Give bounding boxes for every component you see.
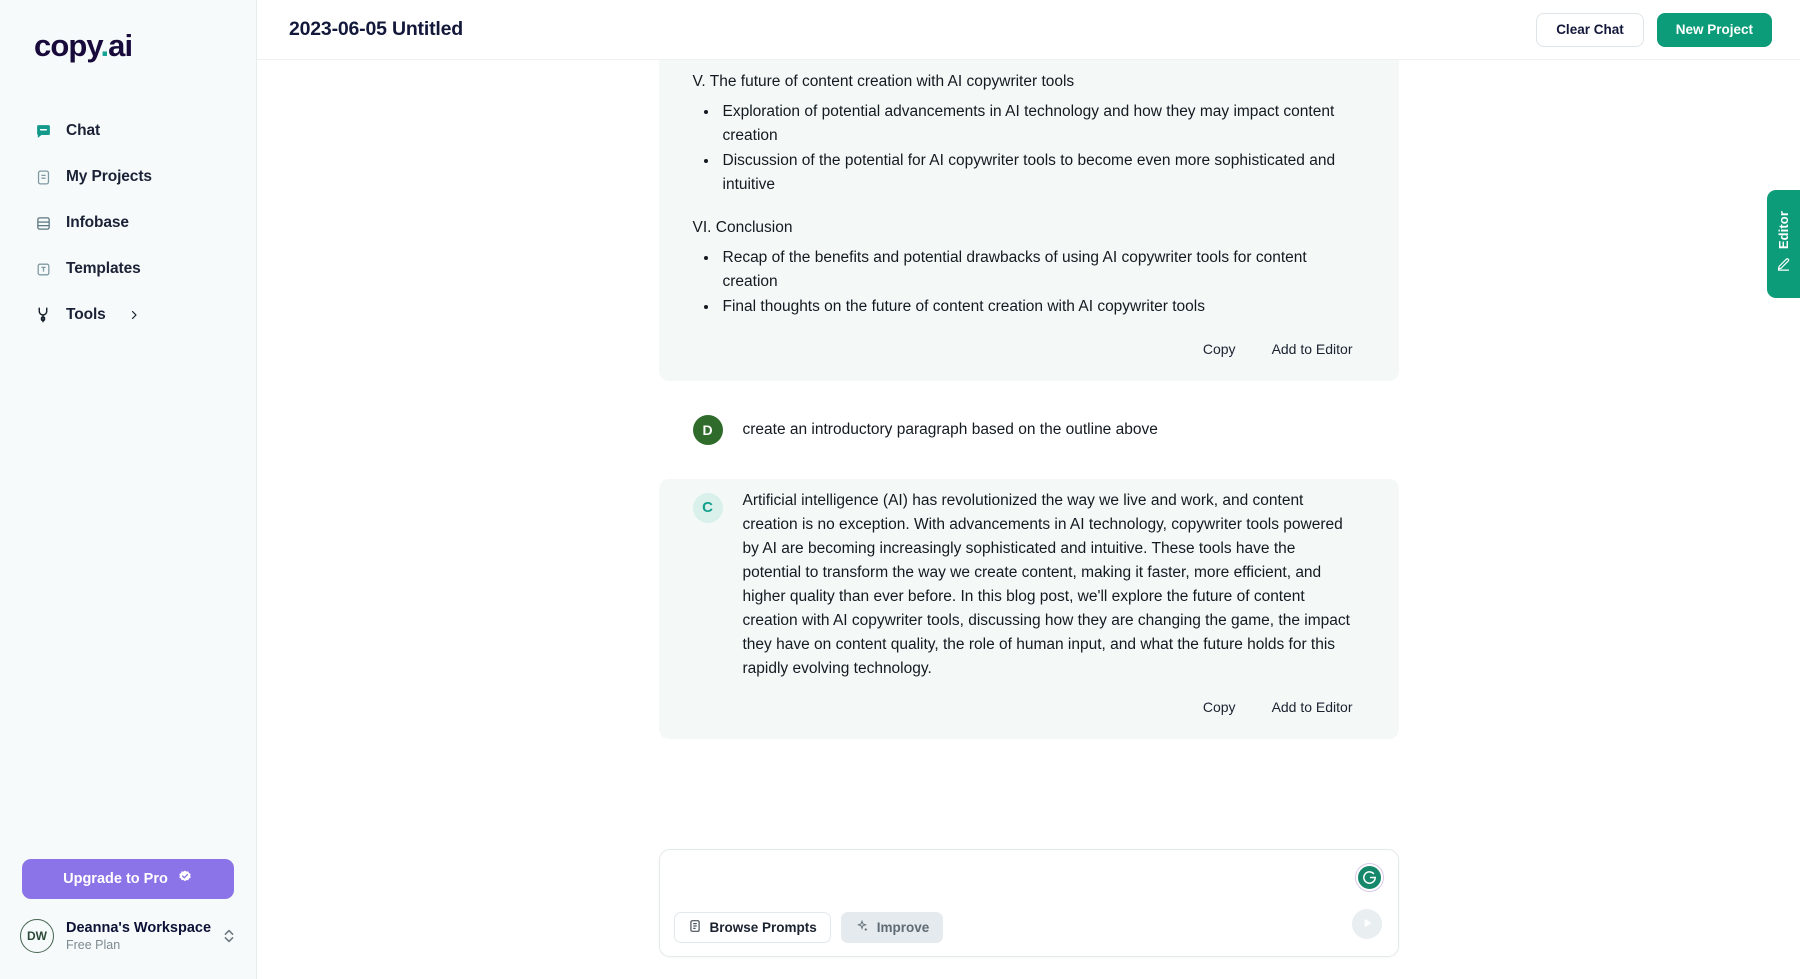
sidebar-item-templates-label: Templates bbox=[66, 260, 141, 277]
message-input[interactable] bbox=[673, 863, 1384, 899]
copy-button[interactable]: Copy bbox=[1201, 697, 1238, 717]
composer: Browse Prompts Improve bbox=[658, 849, 1399, 957]
composer-tools: Browse Prompts Improve bbox=[673, 912, 1384, 943]
browse-prompts-button[interactable]: Browse Prompts bbox=[673, 912, 831, 943]
sidebar-item-tools[interactable]: Tools bbox=[0, 292, 256, 338]
list-item: Recap of the benefits and potential draw… bbox=[719, 246, 1357, 293]
user-message: D create an introductory paragraph based… bbox=[659, 381, 1399, 479]
template-icon bbox=[34, 260, 52, 278]
user-message-text: create an introductory paragraph based o… bbox=[742, 421, 1158, 439]
sparkle-icon bbox=[855, 919, 869, 936]
sidebar-item-chat-label: Chat bbox=[66, 122, 101, 139]
chat-scroll-region[interactable]: V. The future of content creation with A… bbox=[257, 60, 1800, 839]
chat-column: V. The future of content creation with A… bbox=[658, 60, 1399, 753]
clear-chat-button[interactable]: Clear Chat bbox=[1536, 12, 1644, 47]
browse-prompts-label: Browse Prompts bbox=[709, 920, 817, 935]
assistant-message: C Artificial intelligence (AI) has revol… bbox=[658, 478, 1399, 739]
app-logo[interactable]: copy.ai bbox=[34, 28, 133, 63]
copy-button[interactable]: Copy bbox=[1201, 339, 1238, 359]
sidebar-item-my-projects[interactable]: My Projects bbox=[0, 154, 256, 200]
sidebar-item-infobase[interactable]: Infobase bbox=[0, 200, 256, 246]
send-play-icon bbox=[1360, 916, 1374, 933]
assistant-message: V. The future of content creation with A… bbox=[658, 60, 1399, 381]
document-icon bbox=[34, 168, 52, 186]
top-bar: 2023-06-05 Untitled Clear Chat New Proje… bbox=[257, 0, 1800, 60]
assistant-message-content: V. The future of content creation with A… bbox=[693, 70, 1357, 359]
editor-side-tab[interactable]: Editor bbox=[1767, 190, 1800, 298]
tools-icon bbox=[34, 306, 52, 324]
workspace-switcher[interactable]: DW Deanna's Workspace Free Plan bbox=[0, 918, 256, 979]
assistant-message-body: C Artificial intelligence (AI) has revol… bbox=[692, 489, 1357, 717]
sidebar-item-chat[interactable]: Chat bbox=[0, 108, 256, 154]
workspace-name: Deanna's Workspace bbox=[66, 919, 212, 936]
sidebar-item-templates[interactable]: Templates bbox=[0, 246, 256, 292]
grammarly-g-icon[interactable] bbox=[1355, 864, 1383, 891]
outline-bullet-list: Exploration of potential advancements in… bbox=[693, 100, 1357, 196]
upgrade-to-pro-button[interactable]: Upgrade to Pro bbox=[22, 858, 234, 899]
chevron-right-icon bbox=[128, 309, 140, 321]
database-icon bbox=[34, 214, 52, 232]
add-to-editor-button[interactable]: Add to Editor bbox=[1270, 697, 1355, 717]
list-item: Exploration of potential advancements in… bbox=[719, 100, 1357, 147]
send-button[interactable] bbox=[1351, 909, 1382, 939]
chevron-up-down-icon[interactable] bbox=[222, 927, 236, 945]
avatar: DW bbox=[20, 918, 54, 953]
composer-zone: Browse Prompts Improve bbox=[257, 839, 1800, 979]
outline-heading: VI. Conclusion bbox=[692, 219, 793, 237]
avatar: C bbox=[692, 492, 723, 523]
improve-button[interactable]: Improve bbox=[840, 912, 944, 943]
pen-edit-icon bbox=[1776, 257, 1791, 277]
sidebar-item-infobase-label: Infobase bbox=[66, 214, 129, 231]
top-bar-actions: Clear Chat New Project bbox=[1536, 12, 1772, 47]
app-root: copy.ai Chat My Projects Infobase Templa… bbox=[0, 0, 1800, 979]
logo-dot: . bbox=[100, 28, 109, 63]
assistant-message-body: V. The future of content creation with A… bbox=[693, 70, 1357, 359]
logo-wrapper: copy.ai bbox=[0, 0, 256, 86]
page-title: 2023-06-05 Untitled bbox=[289, 18, 463, 40]
assistant-message-actions: Copy Add to Editor bbox=[743, 697, 1357, 717]
chat-bubble-icon bbox=[34, 122, 52, 140]
sidebar-item-my-projects-label: My Projects bbox=[66, 168, 152, 185]
list-item: Final thoughts on the future of content … bbox=[719, 295, 1357, 319]
new-project-button[interactable]: New Project bbox=[1656, 12, 1772, 47]
upgrade-to-pro-label: Upgrade to Pro bbox=[63, 870, 168, 887]
outline-bullet-list: Recap of the benefits and potential draw… bbox=[693, 246, 1357, 319]
logo-text-ai: ai bbox=[108, 28, 133, 63]
assistant-message-actions: Copy Add to Editor bbox=[693, 339, 1357, 359]
add-to-editor-button[interactable]: Add to Editor bbox=[1270, 339, 1355, 359]
logo-text-copy: copy bbox=[34, 28, 101, 63]
avatar: D bbox=[692, 414, 723, 445]
list-item: Discussion of the potential for AI copyw… bbox=[719, 149, 1357, 196]
sidebar-nav: Chat My Projects Infobase Templates Tool… bbox=[0, 108, 256, 338]
main-area: 2023-06-05 Untitled Clear Chat New Proje… bbox=[257, 0, 1800, 979]
workspace-plan: Free Plan bbox=[66, 937, 121, 952]
verified-badge-icon bbox=[177, 869, 193, 889]
assistant-message-content: Artificial intelligence (AI) has revolut… bbox=[743, 489, 1357, 717]
outline-heading: V. The future of content creation with A… bbox=[692, 73, 1075, 90]
assistant-paragraph: Artificial intelligence (AI) has revolut… bbox=[742, 491, 1350, 677]
workspace-text: Deanna's Workspace Free Plan bbox=[66, 919, 212, 953]
sidebar: copy.ai Chat My Projects Infobase Templa… bbox=[0, 0, 257, 979]
improve-label: Improve bbox=[876, 920, 930, 935]
list-document-icon bbox=[688, 919, 702, 936]
sidebar-item-tools-label: Tools bbox=[66, 306, 106, 323]
editor-tab-label: Editor bbox=[1776, 210, 1791, 250]
